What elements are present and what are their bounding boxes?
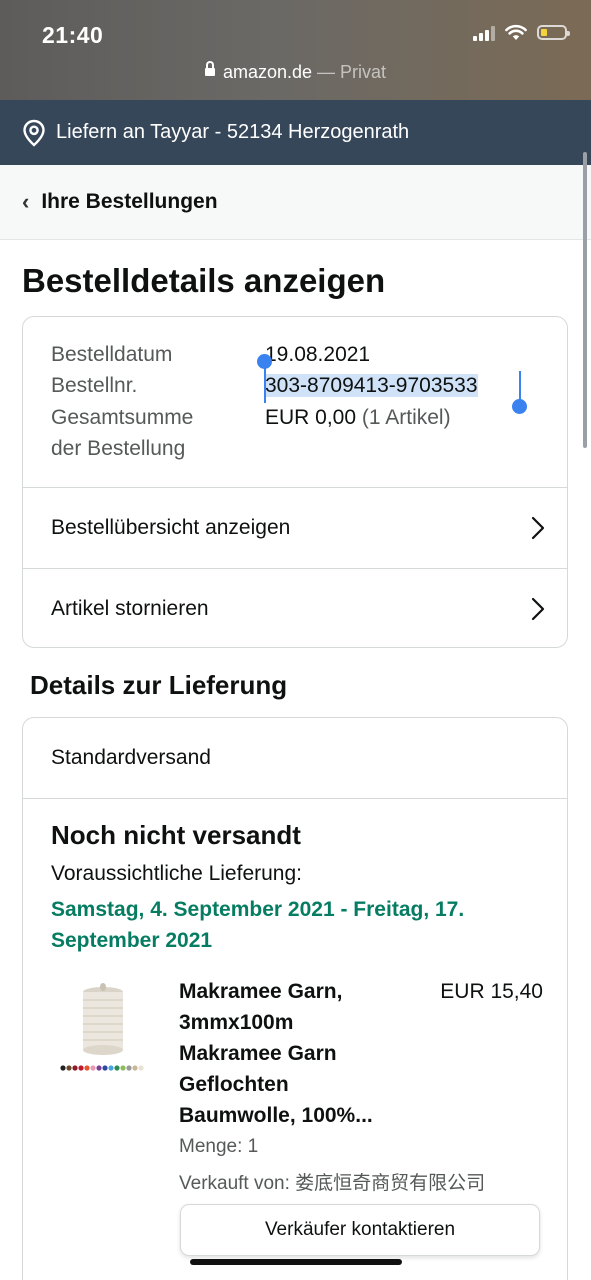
product-image[interactable] bbox=[53, 980, 153, 1080]
breadcrumb-label: Ihre Bestellungen bbox=[41, 190, 218, 213]
product-title-line: Baumwolle, 100%... bbox=[179, 1104, 373, 1127]
product-title-link[interactable]: Makramee Garn, 3mmx100m Makramee Garn Ge… bbox=[179, 976, 419, 1131]
cancel-items-link[interactable]: Artikel stornieren bbox=[23, 569, 567, 647]
product-title-line: Makramee Garn bbox=[179, 1042, 337, 1065]
contact-seller-button[interactable]: Verkäufer kontaktieren bbox=[180, 1204, 540, 1256]
system-icons bbox=[473, 24, 570, 41]
scrollbar[interactable] bbox=[583, 152, 587, 448]
eta-label: Voraussichtliche Lieferung: bbox=[51, 862, 302, 885]
selection-start-handle[interactable] bbox=[257, 354, 272, 369]
order-total-value: EUR 0,00 (1 Artikel) bbox=[265, 402, 451, 433]
clock: 21:40 bbox=[42, 22, 104, 48]
order-number-value[interactable]: 303-8709413-9703533 bbox=[265, 370, 478, 401]
order-summary-card: Bestelldatum 19.08.2021 Bestellnr. 303-8… bbox=[22, 316, 568, 648]
product-seller: Verkauft von: 娄底恒奇商贸有限公司 bbox=[179, 1173, 486, 1194]
shipping-method: Standardversand bbox=[23, 718, 567, 799]
order-info: Bestelldatum 19.08.2021 Bestellnr. 303-8… bbox=[23, 317, 567, 488]
battery-icon bbox=[537, 25, 570, 40]
home-indicator[interactable] bbox=[190, 1259, 402, 1265]
view-order-summary-link[interactable]: Bestellübersicht anzeigen bbox=[23, 488, 567, 569]
cancel-items-label: Artikel stornieren bbox=[51, 597, 209, 620]
url-domain: amazon.de bbox=[222, 62, 313, 82]
order-total-label-2: der Bestellung bbox=[51, 437, 186, 460]
eta-dates: Samstag, 4. September 2021 - Freitag, 17… bbox=[51, 898, 465, 952]
product-title-line: 3mmx100m bbox=[179, 1011, 294, 1034]
breadcrumb-back-link[interactable]: ‹ Ihre Bestellungen bbox=[0, 165, 591, 240]
status-bar: 21:40 amazon.de — Privat bbox=[0, 0, 591, 100]
shipping-method-label: Standardversand bbox=[51, 746, 211, 769]
delivery-location-text: Liefern an Tayyar - 52134 Herzogenrath bbox=[56, 121, 410, 143]
product-price: EUR 15,40 bbox=[440, 980, 543, 1003]
selected-text[interactable]: 303-8709413-9703533 bbox=[265, 374, 478, 397]
product-quantity: Menge: 1 bbox=[179, 1136, 259, 1157]
chevron-right-icon bbox=[531, 516, 545, 540]
chevron-left-icon: ‹ bbox=[22, 189, 30, 214]
view-order-summary-label: Bestellübersicht anzeigen bbox=[51, 516, 291, 539]
selection-end-handle[interactable] bbox=[512, 399, 527, 414]
lock-icon bbox=[204, 61, 215, 77]
cellular-signal-icon bbox=[473, 25, 495, 41]
product-title-line: Geflochten bbox=[179, 1073, 289, 1096]
delivery-card: Standardversand Noch nicht versandt Vora… bbox=[22, 717, 568, 1280]
shipment-status: Noch nicht versandt bbox=[51, 820, 301, 850]
order-item-count: (1 Artikel) bbox=[361, 406, 451, 429]
order-number-label: Bestellnr. bbox=[51, 374, 138, 397]
order-total-amount: EUR 0,00 bbox=[265, 406, 357, 429]
order-date-label: Bestelldatum bbox=[51, 343, 173, 366]
address-bar[interactable]: amazon.de — Privat bbox=[0, 61, 591, 83]
location-pin-icon bbox=[23, 119, 45, 147]
delivery-location-bar[interactable]: Liefern an Tayyar - 52134 Herzogenrath bbox=[0, 100, 591, 165]
wifi-icon bbox=[505, 24, 527, 40]
delivery-section-title: Details zur Lieferung bbox=[30, 670, 288, 700]
page-title: Bestelldetails anzeigen bbox=[22, 262, 386, 299]
chevron-right-icon bbox=[531, 597, 545, 621]
product-title-line: Makramee Garn, bbox=[179, 980, 343, 1003]
order-total-label-1: Gesamtsumme bbox=[51, 406, 194, 429]
private-mode-label: — Privat bbox=[312, 62, 387, 82]
order-date-value: 19.08.2021 bbox=[265, 343, 371, 366]
